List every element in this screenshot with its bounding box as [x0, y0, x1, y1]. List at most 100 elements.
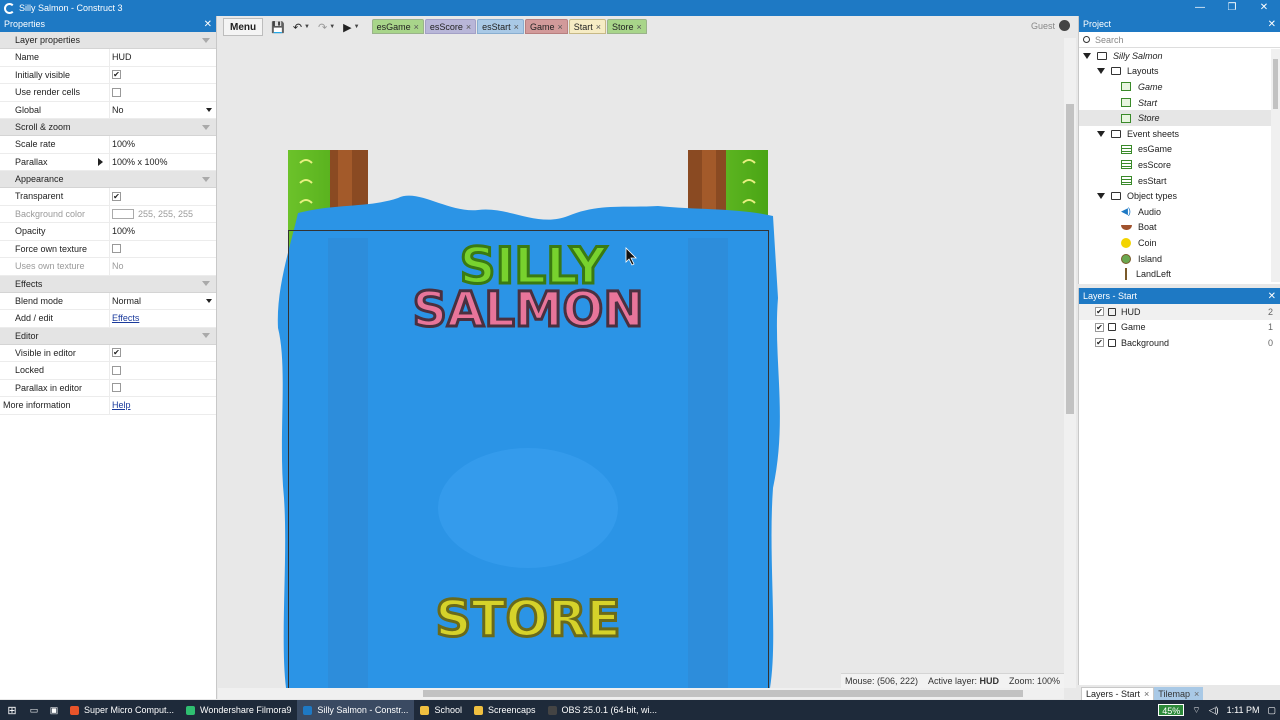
layer-visible-checkbox[interactable]: ✔: [1095, 338, 1104, 348]
undo-icon[interactable]: ↶: [293, 21, 302, 34]
prop-section-appearance[interactable]: Appearance: [0, 171, 216, 188]
checkbox[interactable]: [112, 244, 121, 254]
taskbar-task-super-micro-comput[interactable]: Super Micro Comput...: [64, 700, 180, 720]
close-icon[interactable]: ×: [596, 22, 601, 32]
prop-value[interactable]: ✔: [109, 188, 216, 205]
prop-value[interactable]: ✔: [109, 344, 216, 361]
tab-esscore[interactable]: esScore ×: [424, 19, 477, 34]
prop-value[interactable]: No: [109, 101, 216, 118]
taskbar-task-obs-25-0-1-64-bit-wi[interactable]: OBS 25.0.1 (64-bit, wi...: [542, 700, 664, 720]
logo-salmon[interactable]: SALMON: [411, 281, 645, 340]
checkbox[interactable]: [112, 383, 121, 393]
save-icon[interactable]: 💾: [271, 21, 285, 34]
collapse-icon[interactable]: [202, 176, 210, 182]
checkbox[interactable]: [112, 87, 121, 97]
tree-folder-layouts[interactable]: Layouts: [1079, 64, 1280, 80]
chevron-down-icon[interactable]: ▼: [304, 24, 310, 30]
prop-value[interactable]: [109, 240, 216, 257]
taskbar-task-school[interactable]: School: [414, 700, 468, 720]
chevron-down-icon[interactable]: [1097, 130, 1105, 137]
tab-game[interactable]: Game ×: [524, 19, 568, 34]
windows-start-icon[interactable]: ⊞: [0, 704, 24, 717]
prop-value[interactable]: ✔: [109, 66, 216, 83]
prop-section-effects[interactable]: Effects: [0, 275, 216, 293]
tree-object-coin[interactable]: Coin: [1079, 235, 1280, 251]
checkbox[interactable]: [112, 365, 121, 375]
prop-value[interactable]: Effects: [109, 310, 216, 327]
collapse-icon[interactable]: [202, 37, 210, 43]
layout-view[interactable]: SILLY SALMON STORE: [218, 38, 1064, 688]
prop-section-layer-properties[interactable]: Layer properties: [0, 32, 216, 49]
chevron-down-icon[interactable]: ▼: [329, 24, 335, 30]
prop-value[interactable]: HUD: [109, 49, 216, 66]
tree-sheet-esscore[interactable]: esScore: [1079, 157, 1280, 173]
close-icon[interactable]: ✕: [1268, 19, 1276, 30]
close-icon[interactable]: ×: [1194, 689, 1199, 699]
user-account[interactable]: Guest: [1031, 20, 1070, 31]
layer-row-background[interactable]: ✔ Background 0: [1079, 335, 1280, 351]
prop-value[interactable]: 100% x 100%: [98, 153, 216, 170]
layer-row-game[interactable]: ✔ Game 1: [1079, 320, 1280, 336]
minimize-button[interactable]: —: [1184, 0, 1216, 16]
effects-link[interactable]: Effects: [112, 313, 139, 323]
taskbar-task-screencaps[interactable]: Screencaps: [468, 700, 542, 720]
tab-store[interactable]: Store ×: [607, 19, 647, 34]
close-icon[interactable]: ✕: [1268, 291, 1276, 302]
collapse-icon[interactable]: [202, 281, 210, 286]
checkbox[interactable]: ✔: [112, 348, 121, 358]
search-input[interactable]: Search: [1095, 35, 1124, 45]
tab-tilemap[interactable]: Tilemap ×: [1154, 687, 1204, 700]
close-icon[interactable]: ×: [557, 22, 562, 32]
tree-object-audio[interactable]: ◀) Audio: [1079, 204, 1280, 220]
collapse-icon[interactable]: [202, 124, 210, 130]
close-icon[interactable]: ×: [514, 22, 519, 32]
prop-value[interactable]: [109, 379, 216, 396]
tab-esgame[interactable]: esGame ×: [371, 19, 424, 34]
scrollbar-thumb[interactable]: [1273, 59, 1278, 109]
tree-sheet-esgame[interactable]: esGame: [1079, 142, 1280, 158]
tree-layout-start[interactable]: Start: [1079, 95, 1280, 111]
tree-object-boat[interactable]: Boat: [1079, 220, 1280, 236]
tree-object-landleft[interactable]: LandLeft: [1079, 266, 1280, 282]
wifi-icon[interactable]: ⌔: [1192, 705, 1200, 716]
tab-esstart[interactable]: esStart ×: [477, 19, 524, 34]
layer-row-hud[interactable]: ✔ HUD 2: [1079, 304, 1280, 320]
expand-arrow-icon[interactable]: [98, 157, 103, 166]
redo-icon[interactable]: ↷: [318, 21, 327, 34]
tree-folder-event-sheets[interactable]: Event sheets: [1079, 126, 1280, 142]
tree-project-root[interactable]: Silly Salmon: [1079, 48, 1280, 64]
taskbar-task-wondershare-filmora9[interactable]: Wondershare Filmora9: [180, 700, 297, 720]
chevron-down-icon[interactable]: [1097, 193, 1105, 200]
prop-value[interactable]: 100%: [109, 136, 216, 153]
prop-value[interactable]: [109, 84, 216, 101]
tab-layers[interactable]: Layers - Start ×: [1081, 687, 1155, 700]
dropdown-arrow-icon[interactable]: [206, 298, 212, 303]
lock-icon[interactable]: [1108, 323, 1116, 332]
close-icon[interactable]: ×: [1144, 689, 1149, 699]
layout-vertical-scrollbar[interactable]: [1064, 38, 1076, 688]
store-button-sprite[interactable]: STORE: [434, 589, 622, 650]
volume-icon[interactable]: ◁): [1209, 705, 1219, 716]
close-icon[interactable]: ×: [466, 22, 471, 32]
play-icon[interactable]: ▶: [343, 21, 351, 34]
chevron-down-icon[interactable]: [1083, 52, 1091, 59]
tree-object-island[interactable]: Island: [1079, 251, 1280, 267]
color-swatch[interactable]: [112, 208, 134, 219]
prop-value[interactable]: [109, 362, 216, 379]
prop-section-scroll-zoom[interactable]: Scroll & zoom: [0, 119, 216, 136]
layout-horizontal-scrollbar[interactable]: [218, 688, 1064, 699]
battery-indicator[interactable]: 45%: [1158, 704, 1185, 716]
chevron-down-icon[interactable]: ▼: [354, 24, 360, 30]
dropdown-arrow-icon[interactable]: [206, 107, 212, 112]
maximize-button[interactable]: ❐: [1216, 0, 1248, 16]
close-window-button[interactable]: ✕: [1248, 0, 1280, 16]
project-search[interactable]: Search: [1079, 32, 1280, 48]
collapse-icon[interactable]: [202, 333, 210, 338]
monitor-icon[interactable]: ▭: [24, 705, 44, 716]
prop-value[interactable]: Normal: [109, 292, 216, 309]
close-icon[interactable]: ×: [637, 22, 642, 32]
prop-section-editor[interactable]: Editor: [0, 327, 216, 345]
lock-icon[interactable]: [1108, 338, 1116, 347]
menu-button[interactable]: Menu: [223, 18, 264, 36]
tree-layout-game[interactable]: Game: [1079, 79, 1280, 95]
